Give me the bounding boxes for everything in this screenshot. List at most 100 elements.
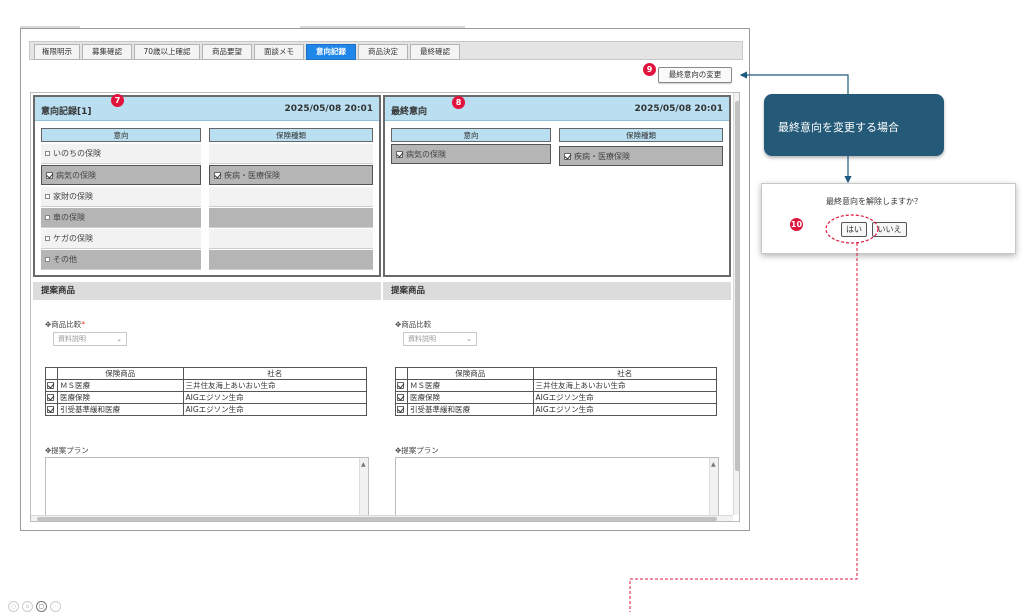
fit-icon[interactable]: ▢ (36, 601, 47, 612)
proposal-plan-textarea-left[interactable] (45, 457, 369, 517)
tab-final-confirm[interactable]: 最終確認 (410, 44, 460, 60)
checkbox-checked-icon (214, 171, 221, 179)
tab-over70[interactable]: 70歳以上確認 (134, 44, 200, 60)
table-row[interactable]: ＭＳ医療 三井住友海上あいおい生命 (395, 379, 718, 392)
product-compare-label-left: ✥商品比較* (45, 320, 86, 329)
intent-row[interactable]: いのちの保険 (41, 144, 201, 164)
step-badge-8: 8 (452, 96, 465, 109)
tab-meeting-memo[interactable]: 面談メモ (254, 44, 304, 60)
checkbox-checked-icon[interactable] (46, 381, 54, 389)
intent-label: いのちの保険 (53, 149, 101, 158)
final-intent-header: 最終意向 2025/05/08 20:01 (385, 97, 729, 121)
type-row[interactable] (209, 208, 373, 228)
tab-intent-record[interactable]: 意向記録 (306, 44, 356, 60)
scrollbar[interactable] (709, 458, 718, 516)
intent-label: 病気の保険 (56, 171, 96, 180)
tab-product-request[interactable]: 商品要望 (202, 44, 252, 60)
proposal-plan-textarea-right[interactable] (395, 457, 719, 517)
table-row[interactable]: 引受基準緩和医療 AIGエジソン生命 (395, 403, 718, 416)
product-table-right: 保険商品 社名 ＭＳ医療 三井住友海上あいおい生命 医療保険 AIGエジソン生命 引受… (395, 367, 718, 416)
checkbox-checked-icon (564, 152, 571, 160)
table-row[interactable]: 医療保険 AIGエジソン生命 (45, 391, 368, 404)
checkbox-icon (45, 193, 50, 199)
intent-record-title: 意向記録[1] (41, 107, 92, 117)
checkbox-checked-icon[interactable] (396, 405, 404, 413)
final-intent-title: 最終意向 (391, 107, 428, 117)
type-row[interactable] (209, 250, 373, 270)
intent-record-date: 2025/05/08 20:01 (284, 104, 373, 114)
checkbox-icon (45, 214, 50, 220)
proposal-plan-label-right: ✥提案プラン (395, 446, 439, 455)
callout-text: 最終意向を変更する場合 (778, 121, 899, 134)
type-row[interactable]: 疾病・医療保険 (209, 165, 373, 185)
content-scroll-area[interactable]: 意向記録[1] 2025/05/08 20:01 意向 保険種類 いのちの保険 … (30, 92, 740, 522)
final-type-row[interactable]: 疾病・医療保険 (559, 146, 723, 166)
product-table-left: 保険商品 社名 ＭＳ医療 三井住友海上あいおい生命 医療保険 AIGエジソン生命 引受… (45, 367, 368, 416)
screen: 権限明示 募集確認 70歳以上確認 商品要望 面談メモ 意向記録 商品決定 最終… (0, 0, 1024, 612)
more-icon[interactable]: ⋯ (50, 601, 61, 612)
bottom-toolbar: ○ ▫ ▢ ⋯ (8, 601, 64, 612)
final-intent-date: 2025/05/08 20:01 (634, 104, 723, 114)
intent-label: その他 (53, 255, 77, 264)
table-row[interactable]: ＭＳ医療 三井住友海上あいおい生命 (45, 379, 368, 392)
connector-arrow-to-change-button (739, 71, 849, 94)
intent-column-header: 意向 (41, 128, 201, 142)
proposal-plan-label-left: ✥提案プラン (45, 446, 89, 455)
intent-row[interactable]: その他 (41, 250, 201, 270)
type-row[interactable] (209, 229, 373, 249)
type-row[interactable] (209, 144, 373, 164)
tab-bar: 権限明示 募集確認 70歳以上確認 商品要望 面談メモ 意向記録 商品決定 最終… (29, 41, 743, 60)
no-button[interactable]: いいえ (872, 222, 907, 237)
product-compare-label-right: ✥商品比較 (395, 320, 432, 329)
final-intent-panel: 最終意向 2025/05/08 20:01 意向 保険種類 病気の保険 疾病・医… (383, 95, 731, 277)
scrollbar-thumb[interactable] (37, 517, 717, 521)
final-intent-column-header: 意向 (391, 128, 551, 142)
final-intent-change-button[interactable]: 最終意向の変更 (658, 67, 732, 83)
checkbox-checked-icon[interactable] (46, 405, 54, 413)
page-icon[interactable]: ▫ (22, 601, 33, 612)
intent-label: ケガの保険 (53, 234, 93, 243)
type-column-header: 保険種類 (209, 128, 373, 142)
type-row[interactable] (209, 187, 373, 207)
final-type-column-header: 保険種類 (559, 128, 723, 142)
intent-row[interactable]: 車の保険 (41, 208, 201, 228)
dialog-message: 最終意向を解除しますか？ (826, 197, 922, 206)
chevron-down-icon: ⌄ (116, 335, 122, 343)
checkbox-checked-icon[interactable] (396, 381, 404, 389)
checkbox-checked-icon[interactable] (396, 393, 404, 401)
product-compare-select-left[interactable]: 資料説明 ⌄ (53, 332, 127, 346)
intent-label: 家財の保険 (53, 192, 93, 201)
final-intent-row[interactable]: 病気の保険 (391, 144, 551, 164)
checkbox-icon (45, 256, 50, 262)
tab-authority[interactable]: 権限明示 (34, 44, 80, 60)
checkbox-checked-icon[interactable] (46, 393, 54, 401)
final-type-label: 疾病・医療保険 (574, 152, 630, 161)
tab-recruit-confirm[interactable]: 募集確認 (82, 44, 132, 60)
final-intent-label: 病気の保険 (406, 150, 446, 159)
table-row[interactable]: 医療保険 AIGエジソン生命 (395, 391, 718, 404)
checkbox-checked-icon (396, 150, 403, 158)
table-row[interactable]: 引受基準緩和医療 AIGエジソン生命 (45, 403, 368, 416)
vertical-scrollbar[interactable] (733, 93, 739, 515)
scrollbar-thumb[interactable] (735, 101, 739, 471)
type-label: 疾病・医療保険 (224, 171, 280, 180)
product-compare-select-right[interactable]: 資料説明 ⌄ (403, 332, 477, 346)
step-badge-9: 9 (643, 63, 656, 76)
proposal-header-left: 提案商品 (33, 282, 381, 300)
tab-product-decision[interactable]: 商品決定 (358, 44, 408, 60)
intent-row[interactable]: 家財の保険 (41, 187, 201, 207)
step-badge-10: 10 (790, 218, 803, 231)
scrollbar[interactable] (359, 458, 368, 516)
horizontal-scrollbar[interactable] (31, 515, 733, 521)
instruction-callout: 最終意向を変更する場合 (764, 94, 944, 156)
search-icon[interactable]: ○ (8, 601, 19, 612)
chevron-down-icon: ⌄ (466, 335, 472, 343)
intent-row[interactable]: ケガの保険 (41, 229, 201, 249)
intent-label: 車の保険 (53, 213, 85, 222)
checkbox-checked-icon (46, 171, 53, 179)
checkbox-icon (45, 150, 50, 156)
intent-row[interactable]: 病気の保険 (41, 165, 201, 185)
proposal-header-right: 提案商品 (383, 282, 731, 300)
yes-button[interactable]: はい (841, 222, 867, 237)
step-badge-7: 7 (111, 94, 124, 107)
